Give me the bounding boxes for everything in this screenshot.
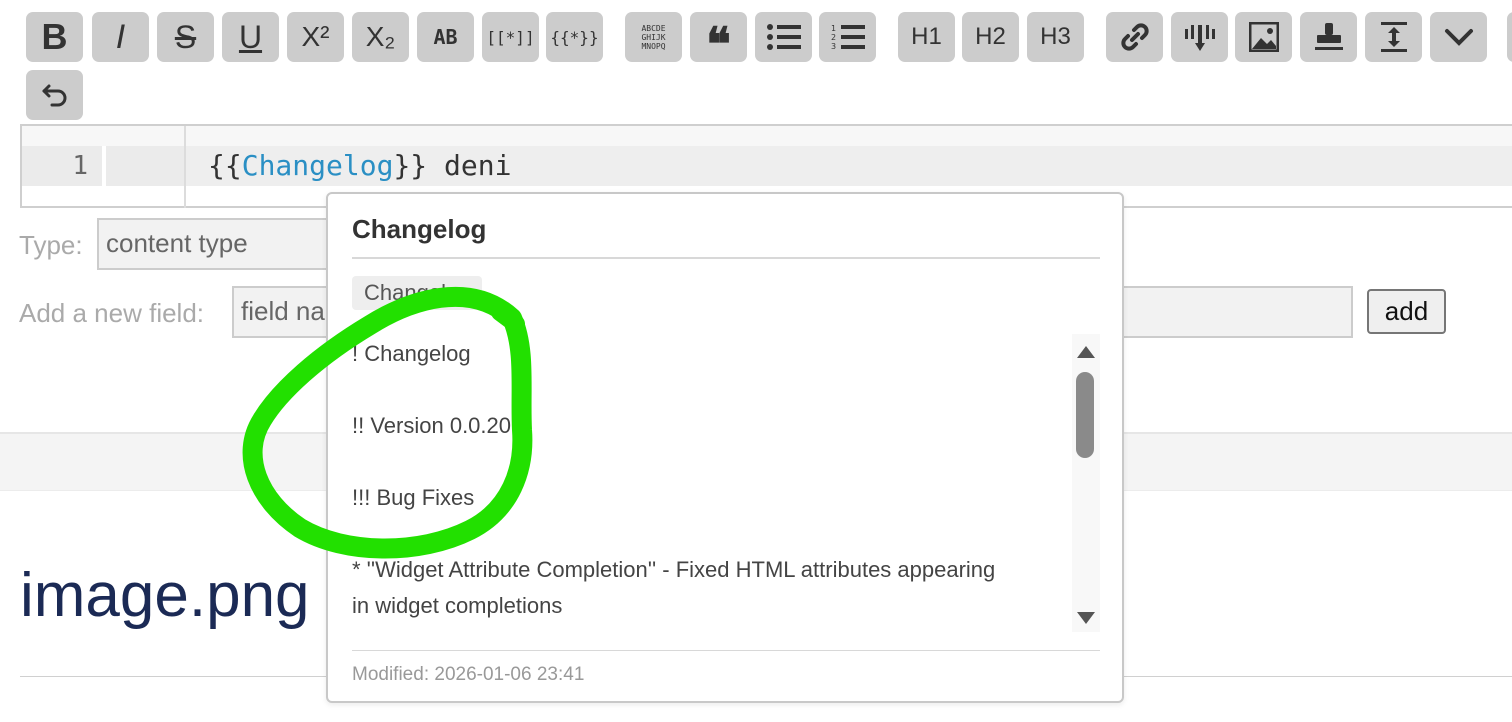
underline-button[interactable]: U	[222, 12, 279, 62]
fold-gutter	[106, 146, 184, 186]
quote-icon: ❝	[706, 18, 731, 70]
editor-toolbar: B I S U X² X₂ AB [[*]] {{*}} ABCDE GHIJK…	[26, 12, 1512, 120]
heading-1-button[interactable]: H1	[898, 12, 955, 62]
size-button[interactable]	[1365, 12, 1422, 62]
code-line[interactable]: {{Changelog}} deni	[208, 146, 511, 186]
superscript-button[interactable]: X²	[287, 12, 344, 62]
popup-tag[interactable]: Changelog	[352, 276, 483, 310]
popup-title: Changelog	[352, 214, 487, 244]
bold-icon: B	[41, 16, 68, 57]
subscript-button[interactable]: X₂	[352, 12, 409, 62]
mono-block-button[interactable]: ABCDE GHIJK MNOPQ	[625, 12, 682, 62]
picture-icon	[1248, 22, 1279, 52]
bold-button[interactable]: B	[26, 12, 83, 62]
link-wikitext-button[interactable]: [[*]]	[482, 12, 539, 62]
popup-body-line: in widget completions	[352, 593, 563, 618]
field-value-input[interactable]	[1110, 286, 1353, 338]
wikilink-icon: [[*]]	[486, 27, 535, 47]
overflow-button[interactable]	[1507, 12, 1512, 62]
underline-icon: U	[238, 18, 263, 55]
heading-1-icon: H1	[911, 23, 942, 50]
add-field-button[interactable]: add	[1367, 289, 1446, 334]
heading-2-button[interactable]: H2	[962, 12, 1019, 62]
excise-icon	[1184, 25, 1215, 51]
scroll-up-icon[interactable]	[1077, 346, 1095, 358]
italic-button[interactable]: I	[92, 12, 149, 62]
undo-button[interactable]	[26, 70, 83, 120]
popup-body-line: * ''Widget Attribute Completion'' - Fixe…	[352, 557, 996, 582]
svg-text:3: 3	[831, 42, 836, 51]
svg-text:2: 2	[831, 33, 836, 42]
popup-body-line: !! Version 0.0.20	[352, 413, 511, 438]
strikethrough-icon: S	[174, 18, 197, 55]
monospace-button[interactable]: AB	[417, 12, 474, 62]
scroll-thumb[interactable]	[1076, 372, 1094, 458]
superscript-icon: X²	[301, 21, 330, 52]
popup-scrollbar[interactable]	[1072, 334, 1100, 632]
popup-footer-divider	[352, 650, 1100, 651]
code-rest: }} deni	[393, 149, 512, 182]
popup-body[interactable]: ! Changelog !! Version 0.0.20 !!! Bug Fi…	[352, 334, 1072, 632]
chevron-down-icon	[1444, 29, 1473, 46]
bullet-list-icon	[766, 24, 801, 50]
numbered-list-icon: 1 2 3	[831, 24, 865, 51]
transclude-button[interactable]: {{*}}	[546, 12, 603, 62]
monospace-icon: AB	[433, 25, 458, 49]
popup-divider	[352, 257, 1100, 259]
picture-button[interactable]	[1235, 12, 1292, 62]
line-number: 1	[72, 151, 88, 181]
gutter-separator	[184, 126, 186, 208]
transclude-icon: {{*}}	[550, 27, 599, 47]
strikethrough-button[interactable]: S	[157, 12, 214, 62]
mono-block-icon: ABCDE GHIJK MNOPQ	[641, 23, 666, 51]
heading-3-button[interactable]: H3	[1027, 12, 1084, 62]
heading-3-icon: H3	[1040, 23, 1071, 50]
stamp-icon	[1314, 23, 1343, 50]
more-button[interactable]	[1430, 12, 1487, 62]
content-type-input[interactable]: content type	[97, 218, 337, 270]
popup-modified: Modified: 2026-01-06 23:41	[352, 664, 585, 685]
italic-icon: I	[115, 17, 126, 56]
quote-button[interactable]: ❝	[690, 12, 747, 70]
subscript-icon: X₂	[365, 21, 396, 52]
code-brace-open: {{	[208, 149, 242, 182]
link-button[interactable]	[1106, 12, 1163, 62]
popup-body-line: ! Changelog	[352, 341, 471, 366]
editor-top-band	[22, 126, 1512, 146]
popup-body-line: !!! Bug Fixes	[352, 485, 475, 510]
completion-preview-popup: Changelog Changelog ! Changelog !! Versi…	[326, 192, 1124, 703]
numbered-list-button[interactable]: 1 2 3	[819, 12, 876, 62]
svg-text:1: 1	[831, 24, 836, 33]
undo-icon	[42, 84, 66, 107]
popup-body-line: ** ''Completion Source'': `src/Completio…	[352, 624, 835, 632]
scroll-down-icon[interactable]	[1077, 612, 1095, 624]
type-label: Type:	[19, 230, 83, 260]
tiddler-title: image.png	[20, 561, 310, 630]
code-tiddler-name: Changelog	[241, 149, 394, 182]
add-field-label: Add a new field:	[19, 298, 205, 328]
stamp-button[interactable]	[1300, 12, 1357, 62]
excise-button[interactable]	[1171, 12, 1228, 62]
heading-2-icon: H2	[975, 23, 1006, 50]
size-icon	[1380, 22, 1407, 52]
link-icon	[1120, 23, 1149, 51]
bullet-list-button[interactable]	[755, 12, 812, 62]
